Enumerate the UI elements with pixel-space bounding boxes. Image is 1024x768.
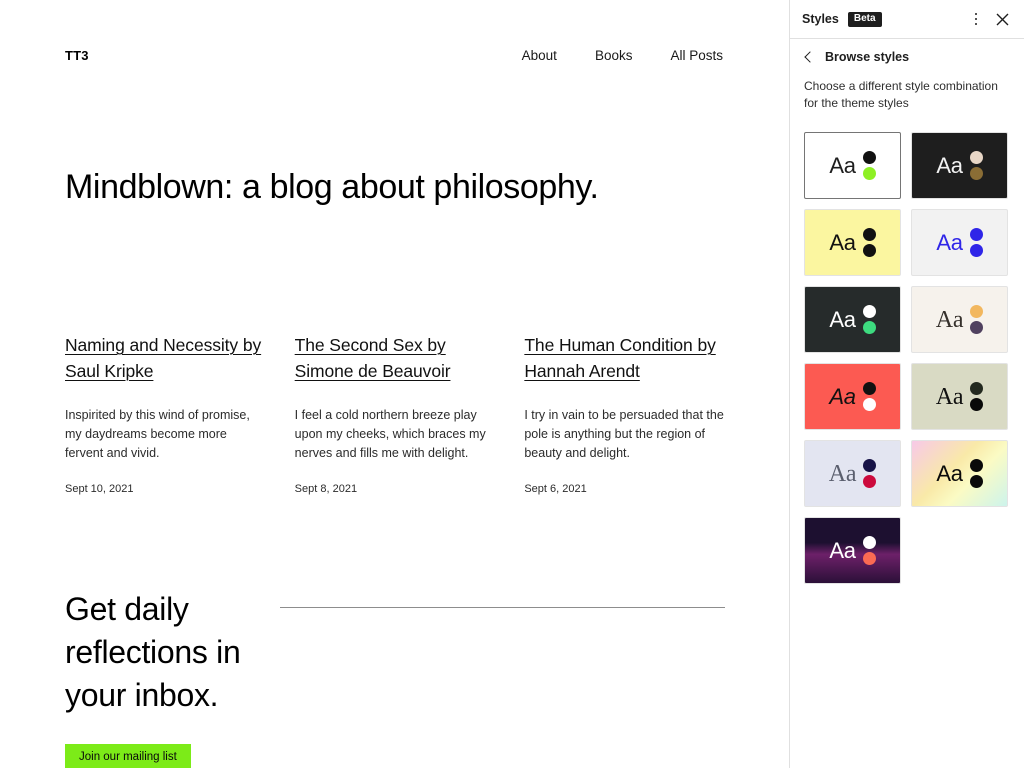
style-swatch-palette-dots bbox=[862, 305, 876, 334]
palette-dot-primary bbox=[862, 382, 876, 395]
palette-dot-primary bbox=[863, 459, 877, 472]
style-swatch-palette-dots bbox=[862, 151, 876, 180]
post-excerpt: I feel a cold northern breeze play upon … bbox=[294, 408, 486, 460]
site-editor-window: TT3 About Books All Posts Mindblown: a b… bbox=[0, 0, 1024, 768]
palette-dot-secondary bbox=[970, 321, 984, 334]
style-swatch-sample-text: Aa bbox=[936, 460, 963, 486]
more-vertical-glyph bbox=[974, 12, 978, 26]
style-swatch-sage-serif[interactable]: Aa bbox=[911, 363, 1008, 430]
palette-dot-primary bbox=[969, 459, 983, 472]
style-swatch-yellow[interactable]: Aa bbox=[804, 209, 901, 276]
join-mailing-list-button[interactable]: Join our mailing list bbox=[65, 744, 191, 768]
site-preview-canvas: TT3 About Books All Posts Mindblown: a b… bbox=[0, 0, 789, 768]
style-swatch-sample-text: Aa bbox=[828, 460, 857, 487]
post-date: Sept 8, 2021 bbox=[294, 483, 358, 495]
palette-dot-primary bbox=[862, 536, 876, 549]
newsletter-section: Get daily reflections in your inbox. Joi… bbox=[65, 588, 725, 768]
palette-dot-primary bbox=[970, 305, 984, 318]
nav-link-all-posts[interactable]: All Posts bbox=[670, 48, 723, 63]
style-swatch-dark-brown[interactable]: Aa bbox=[911, 132, 1008, 199]
palette-dot-primary bbox=[862, 228, 876, 241]
post-excerpt: Inspirited by this wind of promise, my d… bbox=[65, 408, 250, 460]
horizontal-rule bbox=[280, 607, 725, 608]
palette-dot-secondary bbox=[969, 244, 983, 257]
style-swatch-red-italic[interactable]: Aa bbox=[804, 363, 901, 430]
style-swatch-palette-dots bbox=[969, 151, 983, 180]
style-swatch-sample-text: Aa bbox=[936, 229, 963, 255]
palette-dot-secondary bbox=[863, 475, 877, 488]
style-swatch-palette-dots bbox=[969, 228, 983, 257]
palette-dot-secondary bbox=[862, 552, 876, 565]
style-swatch-palette-dots bbox=[970, 382, 984, 411]
browse-styles-label: Browse styles bbox=[825, 50, 910, 64]
nav-link-about[interactable]: About bbox=[522, 48, 557, 63]
style-swatch-sample-text: Aa bbox=[935, 306, 964, 333]
palette-dot-primary bbox=[862, 151, 876, 164]
site-navigation: About Books All Posts bbox=[522, 48, 723, 63]
post-title-link[interactable]: The Human Condition by Hannah Arendt bbox=[524, 335, 715, 381]
styles-sidebar: Styles Beta Browse styles Choose a diffe… bbox=[789, 0, 1024, 768]
post-title-wrap: Naming and Necessity by Saul Kripke bbox=[65, 332, 266, 384]
style-swatch-sample-text: Aa bbox=[936, 152, 963, 178]
sidebar-title: Styles bbox=[802, 12, 839, 26]
style-swatch-palette-dots bbox=[862, 228, 876, 257]
close-icon[interactable] bbox=[989, 6, 1015, 32]
style-swatch-purple-gradient[interactable]: Aa bbox=[804, 517, 901, 584]
more-vertical-icon[interactable] bbox=[963, 6, 989, 32]
style-swatch-sample-text: Aa bbox=[829, 537, 856, 563]
style-swatch-sample-text: Aa bbox=[935, 383, 964, 410]
newsletter-row: Get daily reflections in your inbox. bbox=[65, 588, 725, 717]
style-swatch-sample-text: Aa bbox=[829, 152, 856, 178]
palette-dot-secondary bbox=[862, 321, 876, 334]
post-title-link[interactable]: Naming and Necessity by Saul Kripke bbox=[65, 335, 261, 381]
palette-dot-primary bbox=[969, 151, 983, 164]
beta-badge: Beta bbox=[847, 11, 882, 27]
style-swatch-blue-on-grey[interactable]: Aa bbox=[911, 209, 1008, 276]
site-header: TT3 About Books All Posts bbox=[65, 48, 723, 63]
palette-dot-primary bbox=[970, 382, 984, 395]
palette-dot-secondary bbox=[862, 167, 876, 180]
chevron-left-icon bbox=[804, 51, 816, 63]
page-title: Mindblown: a blog about philosophy. bbox=[65, 168, 599, 206]
style-swatch-palette-dots bbox=[969, 459, 983, 488]
style-swatch-default[interactable]: Aa bbox=[804, 132, 901, 199]
style-swatch-grid: Aa Aa Aa Aa Aa Aa Aa Aa Aa Aa Aa bbox=[790, 112, 1024, 584]
style-swatch-sample-text: Aa bbox=[829, 229, 856, 255]
style-swatch-pastel-gradient[interactable]: Aa bbox=[911, 440, 1008, 507]
post-item: The Human Condition by Hannah Arendt I t… bbox=[524, 332, 725, 495]
post-date: Sept 6, 2021 bbox=[524, 483, 587, 495]
browse-styles-back-button[interactable]: Browse styles bbox=[790, 39, 1024, 70]
site-title[interactable]: TT3 bbox=[65, 48, 89, 63]
style-swatch-cream-serif[interactable]: Aa bbox=[911, 286, 1008, 353]
post-title-wrap: The Second Sex by Simone de Beauvoir bbox=[295, 332, 496, 384]
sidebar-topbar: Styles Beta bbox=[790, 0, 1024, 39]
post-item: Naming and Necessity by Saul Kripke Insp… bbox=[65, 332, 266, 495]
style-swatch-dark-green[interactable]: Aa bbox=[804, 286, 901, 353]
style-swatch-sample-text: Aa bbox=[829, 306, 856, 332]
style-swatch-sample-text: Aa bbox=[829, 383, 856, 409]
newsletter-heading: Get daily reflections in your inbox. bbox=[65, 591, 241, 713]
post-list: Naming and Necessity by Saul Kripke Insp… bbox=[65, 332, 725, 495]
palette-dot-primary bbox=[969, 228, 983, 241]
palette-dot-secondary bbox=[969, 475, 983, 488]
style-swatch-palette-dots bbox=[970, 305, 984, 334]
nav-link-books[interactable]: Books bbox=[595, 48, 633, 63]
style-swatch-palette-dots bbox=[862, 382, 876, 411]
sidebar-description: Choose a different style combination for… bbox=[804, 79, 998, 110]
palette-dot-secondary bbox=[970, 398, 984, 411]
style-swatch-palette-dots bbox=[862, 536, 876, 565]
palette-dot-primary bbox=[862, 305, 876, 318]
post-title-link[interactable]: The Second Sex by Simone de Beauvoir bbox=[295, 335, 451, 381]
post-title-wrap: The Human Condition by Hannah Arendt bbox=[524, 332, 725, 384]
palette-dot-secondary bbox=[862, 398, 876, 411]
style-swatch-palette-dots bbox=[863, 459, 877, 488]
palette-dot-secondary bbox=[969, 167, 983, 180]
style-swatch-lavender-serif[interactable]: Aa bbox=[804, 440, 901, 507]
palette-dot-secondary bbox=[862, 244, 876, 257]
post-excerpt: I try in vain to be persuaded that the p… bbox=[524, 408, 724, 460]
post-date: Sept 10, 2021 bbox=[65, 483, 134, 495]
post-item: The Second Sex by Simone de Beauvoir I f… bbox=[295, 332, 496, 495]
